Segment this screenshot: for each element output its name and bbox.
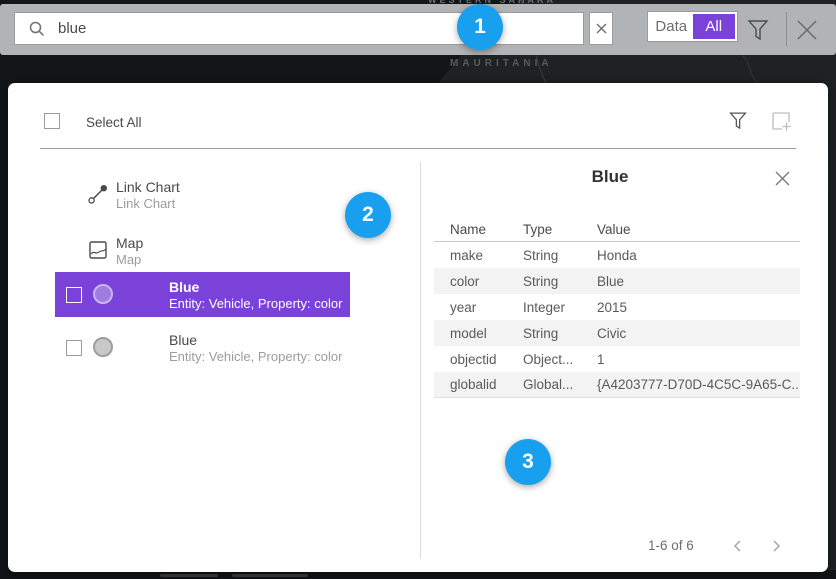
column-header-value: Value <box>597 222 800 237</box>
item-subtitle: Entity: Vehicle, Property: color <box>169 296 342 311</box>
toolbar-divider <box>786 12 787 46</box>
filter-icon <box>746 17 770 44</box>
table-row: objectid Object... 1 <box>434 346 800 372</box>
column-header-type: Type <box>523 222 597 237</box>
column-header-name: Name <box>434 222 523 237</box>
search-icon <box>28 20 46 38</box>
link-chart-icon <box>87 183 109 205</box>
add-to-selection-button[interactable] <box>769 108 795 134</box>
cell-type: Integer <box>523 300 597 315</box>
chevron-left-icon <box>732 539 742 553</box>
search-results-panel: Select All Link Chart Link Chart Map Map <box>8 83 828 572</box>
pagination-range: 1-6 of 6 <box>648 538 694 553</box>
select-all-checkbox[interactable] <box>44 113 60 129</box>
map-label-mauritania: MAURITANIA <box>450 58 553 69</box>
row-checkbox[interactable] <box>66 287 82 303</box>
cell-type: Object... <box>523 352 597 367</box>
search-scope-toggle: Data All <box>647 11 738 42</box>
detail-title: Blue <box>420 167 800 187</box>
properties-table: Name Type Value make String Honda color … <box>434 218 800 398</box>
pagination-next-button[interactable] <box>772 538 788 554</box>
cell-name: model <box>434 326 523 341</box>
detail-close-button[interactable] <box>774 167 796 189</box>
pagination-prev-button[interactable] <box>732 538 748 554</box>
item-subtitle: Map <box>116 252 141 267</box>
list-detail-divider <box>420 162 421 559</box>
cell-type: Global... <box>523 377 597 392</box>
filter-icon <box>728 109 748 133</box>
cell-name: color <box>434 274 523 289</box>
table-row: globalid Global... {A4203777-D70D-4C5C-9… <box>434 372 800 398</box>
callout-badge-1: 1 <box>457 4 503 50</box>
row-checkbox[interactable] <box>66 340 82 356</box>
clear-icon <box>595 22 608 35</box>
filter-button[interactable] <box>746 15 772 45</box>
item-subtitle: Entity: Vehicle, Property: color <box>169 349 342 364</box>
search-toolbar: Data All <box>0 4 836 55</box>
result-row-blue-selected[interactable]: Blue Entity: Vehicle, Property: color <box>55 272 350 317</box>
cell-type: String <box>523 326 597 341</box>
panel-header-divider <box>40 148 796 149</box>
entity-circle-icon <box>93 284 113 304</box>
toggle-option-data[interactable]: Data <box>650 14 693 39</box>
results-filter-button[interactable] <box>728 108 752 134</box>
table-row: year Integer 2015 <box>434 294 800 320</box>
close-icon <box>795 18 819 42</box>
select-all-label: Select All <box>86 115 142 130</box>
table-row: make String Honda <box>434 242 800 268</box>
cell-value: Blue <box>597 274 800 289</box>
close-search-button[interactable] <box>795 17 821 43</box>
chevron-right-icon <box>772 539 782 553</box>
table-row: color String Blue <box>434 268 800 294</box>
item-subtitle: Link Chart <box>116 196 175 211</box>
list-item-map[interactable]: Map Map <box>8 232 420 266</box>
add-selection-icon <box>769 109 793 133</box>
table-header: Name Type Value <box>434 218 800 242</box>
cell-name: globalid <box>434 377 523 392</box>
callout-badge-2: 2 <box>345 192 391 238</box>
result-row-blue[interactable]: Blue Entity: Vehicle, Property: color <box>55 325 350 370</box>
cell-type: String <box>523 274 597 289</box>
item-title: Blue <box>169 332 197 348</box>
entity-circle-icon <box>93 337 113 357</box>
map-icon <box>87 239 109 261</box>
table-row: model String Civic <box>434 320 800 346</box>
clear-search-button[interactable] <box>589 12 613 45</box>
item-title: Link Chart <box>116 179 180 195</box>
cell-value: Civic <box>597 326 800 341</box>
cell-name: make <box>434 248 523 263</box>
cell-type: String <box>523 248 597 263</box>
item-title: Map <box>116 235 143 251</box>
cell-value: 1 <box>597 352 800 367</box>
cell-value: Honda <box>597 248 800 263</box>
callout-badge-3: 3 <box>505 439 551 485</box>
cell-name: year <box>434 300 523 315</box>
cell-name: objectid <box>434 352 523 367</box>
item-title: Blue <box>169 279 199 295</box>
close-icon <box>774 170 791 187</box>
cell-value: 2015 <box>597 300 800 315</box>
toggle-option-all[interactable]: All <box>693 14 736 39</box>
cell-value: {A4203777-D70D-4C5C-9A65-C... <box>597 377 800 392</box>
